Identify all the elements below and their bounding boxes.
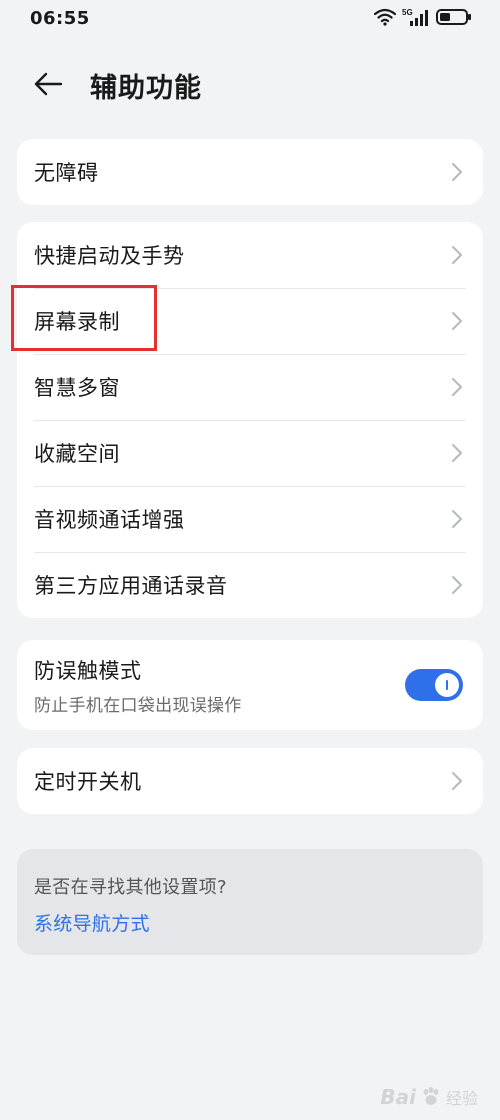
back-button[interactable] xyxy=(30,68,66,100)
toggle-title: 防误触模式 xyxy=(34,658,142,683)
baidu-watermark: Bai 经验 xyxy=(380,1078,478,1116)
chevron-right-icon xyxy=(452,510,462,528)
battery-icon xyxy=(436,8,472,26)
settings-group-features: 快捷启动及手势 屏幕录制 智慧多窗 收藏空间 音视频通话增强 第三方应用通话录音 xyxy=(17,222,483,618)
list-item-accessibility[interactable]: 无障碍 xyxy=(17,139,483,205)
list-item-label: 智慧多窗 xyxy=(34,376,120,400)
list-item-label: 收藏空间 xyxy=(34,442,120,466)
watermark-suffix: 经验 xyxy=(445,1089,478,1108)
title-bar: 辅助功能 xyxy=(0,56,500,112)
toggle-subtitle: 防止手机在口袋出现误操作 xyxy=(34,695,242,716)
suggestion-link-system-navigation[interactable]: 系统导航方式 xyxy=(34,909,150,936)
mistouch-toggle-switch[interactable] xyxy=(405,669,463,701)
chevron-right-icon xyxy=(452,444,462,462)
chevron-right-icon xyxy=(452,576,462,594)
network-type-label: 5G xyxy=(402,8,413,17)
suggestion-card: 是否在寻找其他设置项? 系统导航方式 xyxy=(17,849,483,955)
highlight-box xyxy=(11,285,157,351)
list-item-av-call-enhance[interactable]: 音视频通话增强 xyxy=(17,486,483,552)
list-item-scheduled-power[interactable]: 定时开关机 xyxy=(17,748,483,814)
chevron-right-icon xyxy=(452,163,462,181)
wifi-icon xyxy=(374,8,396,26)
chevron-right-icon xyxy=(452,772,462,790)
watermark-brand: Bai xyxy=(380,1085,416,1109)
page-title: 辅助功能 xyxy=(90,73,202,104)
list-item-shortcuts-gestures[interactable]: 快捷启动及手势 xyxy=(17,222,483,288)
suggestion-question: 是否在寻找其他设置项? xyxy=(34,877,227,898)
list-item-third-party-call-recording[interactable]: 第三方应用通话录音 xyxy=(17,552,483,618)
status-time: 06:55 xyxy=(30,8,90,29)
chevron-right-icon xyxy=(452,312,462,330)
list-item-label: 定时开关机 xyxy=(34,770,142,794)
list-item-label: 音视频通话增强 xyxy=(34,508,185,532)
list-item-smart-multiwindow[interactable]: 智慧多窗 xyxy=(17,354,483,420)
list-item-favorites-space[interactable]: 收藏空间 xyxy=(17,420,483,486)
paw-icon xyxy=(423,1087,439,1105)
list-item-mistouch-mode[interactable]: 防误触模式 防止手机在口袋出现误操作 xyxy=(17,640,483,730)
status-bar: 06:55 5G xyxy=(0,0,500,38)
settings-group-schedule: 定时开关机 xyxy=(17,748,483,814)
list-item-label: 快捷启动及手势 xyxy=(34,244,185,268)
signal-icon: 5G xyxy=(402,7,430,27)
settings-group-mistouch: 防误触模式 防止手机在口袋出现误操作 xyxy=(17,640,483,730)
list-item-label: 无障碍 xyxy=(34,161,99,185)
back-arrow-icon xyxy=(34,72,63,96)
settings-group-accessibility: 无障碍 xyxy=(17,139,483,205)
chevron-right-icon xyxy=(452,246,462,264)
switch-knob xyxy=(435,673,459,697)
chevron-right-icon xyxy=(452,378,462,396)
list-item-label: 第三方应用通话录音 xyxy=(34,574,228,598)
status-icons: 5G xyxy=(374,7,472,27)
